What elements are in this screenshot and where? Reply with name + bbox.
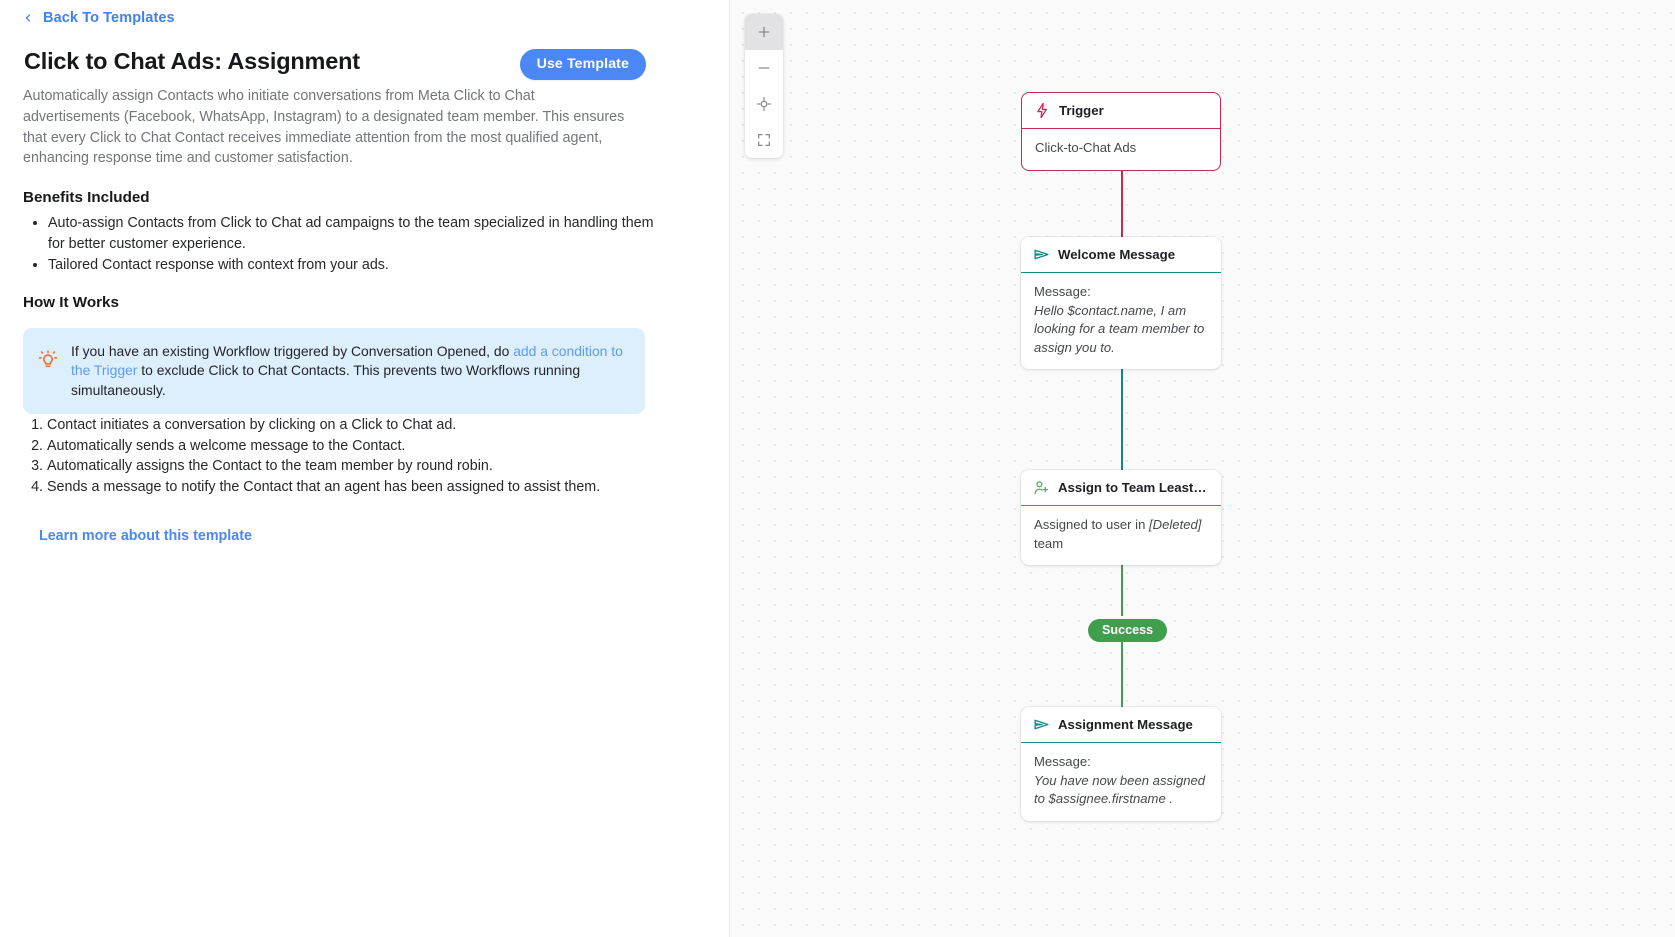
zoom-in-button[interactable]	[745, 14, 783, 50]
connector-welcome-to-assign	[1121, 360, 1124, 476]
person-add-icon	[1034, 481, 1049, 495]
node-body: Message: Hello $contact.name, I am looki…	[1021, 273, 1221, 369]
node-title: Welcome Message	[1058, 247, 1176, 262]
list-item: Sends a message to notify the Contact th…	[47, 477, 687, 498]
list-item: Automatically sends a welcome message to…	[47, 436, 687, 457]
recenter-button[interactable]	[745, 86, 783, 122]
lightbulb-icon	[38, 350, 58, 368]
list-item: Automatically assigns the Contact to the…	[47, 456, 687, 477]
node-body-before: Assigned to user in	[1034, 517, 1149, 532]
page-title: Click to Chat Ads: Assignment	[24, 48, 360, 74]
node-title: Assignment Message	[1058, 717, 1193, 732]
node-body-label: Message:	[1034, 284, 1091, 299]
template-detail-page: Back To Templates Click to Chat Ads: Ass…	[0, 0, 1675, 937]
template-description: Automatically assign Contacts who initia…	[23, 88, 625, 167]
lightning-icon	[1037, 102, 1048, 119]
how-it-works-steps: Contact initiates a conversation by clic…	[24, 415, 687, 497]
crosshair-target-icon	[756, 96, 772, 112]
zoom-out-button[interactable]	[745, 50, 783, 86]
node-body-message: You have now been assigned to $assignee.…	[1034, 772, 1206, 807]
node-body: Click-to-Chat Ads	[1035, 140, 1137, 155]
node-header: Trigger	[1022, 93, 1220, 129]
workflow-canvas[interactable]: Trigger Click-to-Chat Ads Welcome Messag…	[730, 0, 1675, 937]
node-body: Message: You have now been assigned to $…	[1021, 743, 1221, 821]
benefits-list: Auto-assign Contacts from Click to Chat …	[24, 213, 673, 276]
tip-text-before: If you have an existing Workflow trigger…	[71, 343, 514, 359]
list-item: Contact initiates a conversation by clic…	[47, 415, 687, 436]
node-header: Assign to Team Least C…	[1021, 470, 1221, 506]
node-body-label: Message:	[1034, 754, 1091, 769]
list-item: Auto-assign Contacts from Click to Chat …	[48, 213, 673, 254]
send-icon	[1034, 719, 1049, 730]
node-body-after: team	[1034, 535, 1064, 551]
minus-icon	[758, 67, 770, 69]
tip-text-after: to exclude Click to Chat Contacts. This …	[71, 362, 581, 398]
use-template-button[interactable]: Use Template	[519, 49, 646, 80]
learn-more-link[interactable]: Learn more about this template	[39, 528, 252, 544]
node-title: Assign to Team Least C…	[1058, 480, 1209, 495]
benefits-heading: Benefits Included	[23, 189, 150, 206]
chevron-left-icon	[25, 14, 31, 22]
tip-callout-text: If you have an existing Workflow trigger…	[71, 342, 627, 400]
back-to-templates-link[interactable]: Back To Templates	[22, 10, 175, 26]
node-header: Welcome Message	[1021, 237, 1221, 273]
workflow-node-trigger[interactable]: Trigger Click-to-Chat Ads	[1021, 92, 1221, 171]
back-to-templates-label: Back To Templates	[43, 10, 175, 26]
expand-icon	[758, 134, 770, 146]
plus-icon	[758, 26, 770, 38]
workflow-node-assign-to-team[interactable]: Assign to Team Least C… Assigned to user…	[1021, 470, 1221, 566]
send-icon	[1034, 249, 1049, 260]
workflow-node-assignment-message[interactable]: Assignment Message Message: You have now…	[1021, 707, 1221, 821]
fit-to-screen-button[interactable]	[745, 122, 783, 158]
tip-callout: If you have an existing Workflow trigger…	[23, 328, 645, 415]
node-body-emphasis: [Deleted]	[1149, 517, 1202, 532]
status-badge-success[interactable]: Success	[1088, 619, 1168, 642]
list-item: Tailored Contact response with context f…	[48, 255, 673, 276]
canvas-zoom-controls	[745, 14, 783, 158]
node-title: Trigger	[1059, 103, 1104, 118]
node-header: Assignment Message	[1021, 707, 1221, 743]
node-body: Assigned to user in [Deleted] team	[1021, 506, 1221, 565]
workflow-node-welcome-message[interactable]: Welcome Message Message: Hello $contact.…	[1021, 237, 1221, 370]
how-it-works-heading: How It Works	[23, 294, 119, 311]
node-body-message: Hello $contact.name, I am looking for a …	[1034, 302, 1205, 355]
template-info-panel: Back To Templates Click to Chat Ads: Ass…	[0, 0, 730, 937]
